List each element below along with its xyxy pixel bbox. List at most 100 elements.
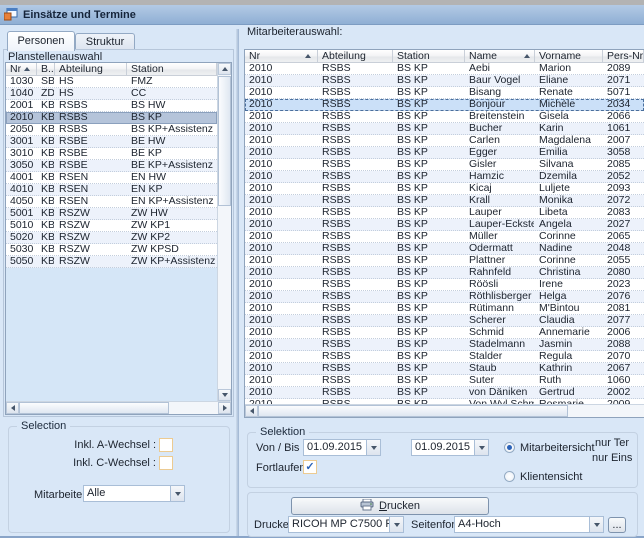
table-row[interactable]: 2010RSBSBS KPGislerSilvana2085: [245, 159, 644, 171]
table-cell: Karin: [535, 123, 603, 134]
panel-splitter[interactable]: [236, 29, 239, 536]
drucken-button[interactable]: Drucken: [291, 497, 489, 515]
tab-personen[interactable]: Personen: [7, 31, 75, 51]
combo-dropdown-button[interactable]: [389, 517, 403, 532]
mitarbeiter-horizontal-scrollbar[interactable]: [245, 404, 644, 417]
table-row[interactable]: 2010RSBSBS KPStadelmannJasmin2088: [245, 339, 644, 351]
column-header-name[interactable]: Name: [465, 50, 535, 63]
table-row[interactable]: 2010RSBSBS KPRahnfeldChristina2080: [245, 267, 644, 279]
table-row[interactable]: 2010RSBSBS KPPlattnerCorinne2055: [245, 255, 644, 267]
table-row[interactable]: 2010RSBSBS KPBonjourMichèle2034: [245, 99, 644, 111]
scroll-left-button[interactable]: [6, 402, 19, 414]
table-cell: 3001: [6, 136, 37, 147]
seitenformat-combo[interactable]: A4-Hoch: [454, 516, 604, 533]
planstellen-vertical-scrollbar[interactable]: [217, 63, 231, 401]
planstellen-grid-body[interactable]: 1030SBHSFMZ1040ZDHSCC2001KBRSBSBS HW2010…: [6, 76, 217, 401]
table-row[interactable]: 2010RSBSBS KPBucherKarin1061: [245, 123, 644, 135]
table-row[interactable]: 4001KBRSENEN HW: [6, 172, 217, 184]
table-row[interactable]: 2010KBRSBSBS KP: [6, 112, 217, 124]
table-row[interactable]: 2010RSBSBS KPSuterRuth1060: [245, 375, 644, 387]
inkl-a-wechsel-checkbox[interactable]: [159, 438, 173, 452]
tab-struktur-label: Struktur: [86, 36, 125, 48]
table-row[interactable]: 2010RSBSBS KPCarlenMagdalena2007: [245, 135, 644, 147]
date-from-picker[interactable]: 01.09.2015: [303, 439, 381, 456]
drucker-combo[interactable]: RICOH MP C7500 PCL 6 auf domissrv01 (un: [288, 516, 404, 533]
table-row[interactable]: 2010RSBSBS KPStaubKathrin2067: [245, 363, 644, 375]
table-row[interactable]: 3001KBRSBEBE HW: [6, 136, 217, 148]
horizontal-scroll-thumb[interactable]: [258, 405, 568, 417]
table-row[interactable]: 2010RSBSBS KPBreitensteinGisela2066: [245, 111, 644, 123]
table-row[interactable]: 2010RSBSBS KPBaur VogelEliane2071: [245, 75, 644, 87]
table-cell: 5001: [6, 208, 37, 219]
column-header-vorname[interactable]: Vorname: [535, 50, 603, 63]
table-row[interactable]: 2010RSBSBS KPSchererClaudia2077: [245, 315, 644, 327]
table-cell: Angela: [535, 219, 603, 230]
column-header-nr[interactable]: Nr: [6, 63, 37, 76]
table-row[interactable]: 5030KBRSZWZW KPSD: [6, 244, 217, 256]
column-header-pers-nr[interactable]: Pers-Nr: [603, 50, 644, 63]
table-row[interactable]: 2010RSBSBS KPSchmidAnnemarie2006: [245, 327, 644, 339]
table-row[interactable]: 2010RSBSBS KPvon DänikenGertrud2002: [245, 387, 644, 399]
window-title: Einsätze und Termine: [23, 9, 136, 21]
table-row[interactable]: 5010KBRSZWZW KP1: [6, 220, 217, 232]
table-row[interactable]: 3050KBRSBEBE KP+Assistenz: [6, 160, 217, 172]
table-row[interactable]: 2010RSBSBS KPAebiMarion2089: [245, 63, 644, 75]
table-row[interactable]: 2001KBRSBSBS HW: [6, 100, 217, 112]
table-row[interactable]: 5020KBRSZWZW KP2: [6, 232, 217, 244]
table-row[interactable]: 5050KBRSZWZW KP+Assistenz: [6, 256, 217, 268]
klientensicht-radio[interactable]: [504, 471, 515, 482]
screen: Einsätze und Termine Personen Struktur P…: [0, 0, 644, 538]
column-header-abteilung[interactable]: Abteilung: [55, 63, 127, 76]
mitarbeitersicht-radio[interactable]: [504, 442, 515, 453]
mitarbeiter-filter-combo[interactable]: Alle: [83, 485, 185, 502]
table-row[interactable]: 2010RSBSBS KPStalderRegula2070: [245, 351, 644, 363]
date-to-value: 01.09.2015: [412, 440, 474, 455]
column-header-abteilung[interactable]: Abteilung: [318, 50, 393, 63]
table-row[interactable]: 4010KBRSENEN KP: [6, 184, 217, 196]
fortlaufend-checkbox[interactable]: [303, 460, 317, 474]
table-row[interactable]: 1040ZDHSCC: [6, 88, 217, 100]
table-row[interactable]: 4050KBRSENEN KP+Assistenz: [6, 196, 217, 208]
planstellen-grid-header[interactable]: Nr B... Abteilung Station: [6, 63, 217, 76]
table-row[interactable]: 2010RSBSBS KPRöösliIrene2023: [245, 279, 644, 291]
inkl-c-wechsel-checkbox[interactable]: [159, 456, 173, 470]
seitenformat-more-button[interactable]: ...: [608, 517, 626, 533]
column-header-b[interactable]: B...: [37, 63, 55, 76]
table-cell: Nadine: [535, 243, 603, 254]
table-row[interactable]: 2010RSBSBS KPRöthlisbergerHelga2076: [245, 291, 644, 303]
column-header-label: Vorname: [539, 50, 581, 62]
table-row[interactable]: 1030SBHSFMZ: [6, 76, 217, 88]
scroll-down-button[interactable]: [218, 389, 231, 401]
horizontal-scroll-thumb[interactable]: [19, 402, 169, 414]
combo-dropdown-button[interactable]: [589, 517, 603, 532]
titlebar[interactable]: Einsätze und Termine: [0, 5, 644, 25]
column-header-nr[interactable]: Nr: [245, 50, 318, 63]
vertical-scroll-thumb[interactable]: [218, 76, 231, 206]
scroll-left-button[interactable]: [245, 405, 258, 417]
planstellen-horizontal-scrollbar[interactable]: [6, 401, 231, 414]
scroll-up-button[interactable]: [218, 63, 231, 75]
table-row[interactable]: 2010RSBSBS KPEggerEmilia3058: [245, 147, 644, 159]
app-window-icon: [4, 8, 18, 21]
mitarbeiter-grid-header[interactable]: Nr Abteilung Station Name Vorname Pers-N…: [245, 50, 644, 63]
combo-dropdown-button[interactable]: [170, 486, 184, 501]
combo-dropdown-button[interactable]: [474, 440, 488, 455]
table-row[interactable]: 2010RSBSBS KPBisangRenate5071: [245, 87, 644, 99]
column-header-station[interactable]: Station: [393, 50, 465, 63]
table-row[interactable]: 3010KBRSBEBE KP: [6, 148, 217, 160]
scroll-right-button[interactable]: [218, 402, 231, 414]
table-row[interactable]: 2010RSBSBS KPLauperLibeta2083: [245, 207, 644, 219]
table-row[interactable]: 2010RSBSBS KPKicajLuljete2093: [245, 183, 644, 195]
date-to-picker[interactable]: 01.09.2015: [411, 439, 489, 456]
table-row[interactable]: 2050KBRSBSBS KP+Assistenz: [6, 124, 217, 136]
column-header-station[interactable]: Station: [127, 63, 217, 76]
table-row[interactable]: 2010RSBSBS KPMüllerCorinne2065: [245, 231, 644, 243]
table-row[interactable]: 2010RSBSBS KPHamzicDzemila2052: [245, 171, 644, 183]
table-row[interactable]: 2010RSBSBS KPLauper-EcksteinAngela2027: [245, 219, 644, 231]
mitarbeiter-grid-body[interactable]: 2010RSBSBS KPAebiMarion20892010RSBSBS KP…: [245, 63, 644, 404]
combo-dropdown-button[interactable]: [366, 440, 380, 455]
table-row[interactable]: 2010RSBSBS KPRütimannM'Bintou2081: [245, 303, 644, 315]
table-row[interactable]: 2010RSBSBS KPKrallMonika2072: [245, 195, 644, 207]
table-row[interactable]: 5001KBRSZWZW HW: [6, 208, 217, 220]
table-row[interactable]: 2010RSBSBS KPOdermattNadine2048: [245, 243, 644, 255]
